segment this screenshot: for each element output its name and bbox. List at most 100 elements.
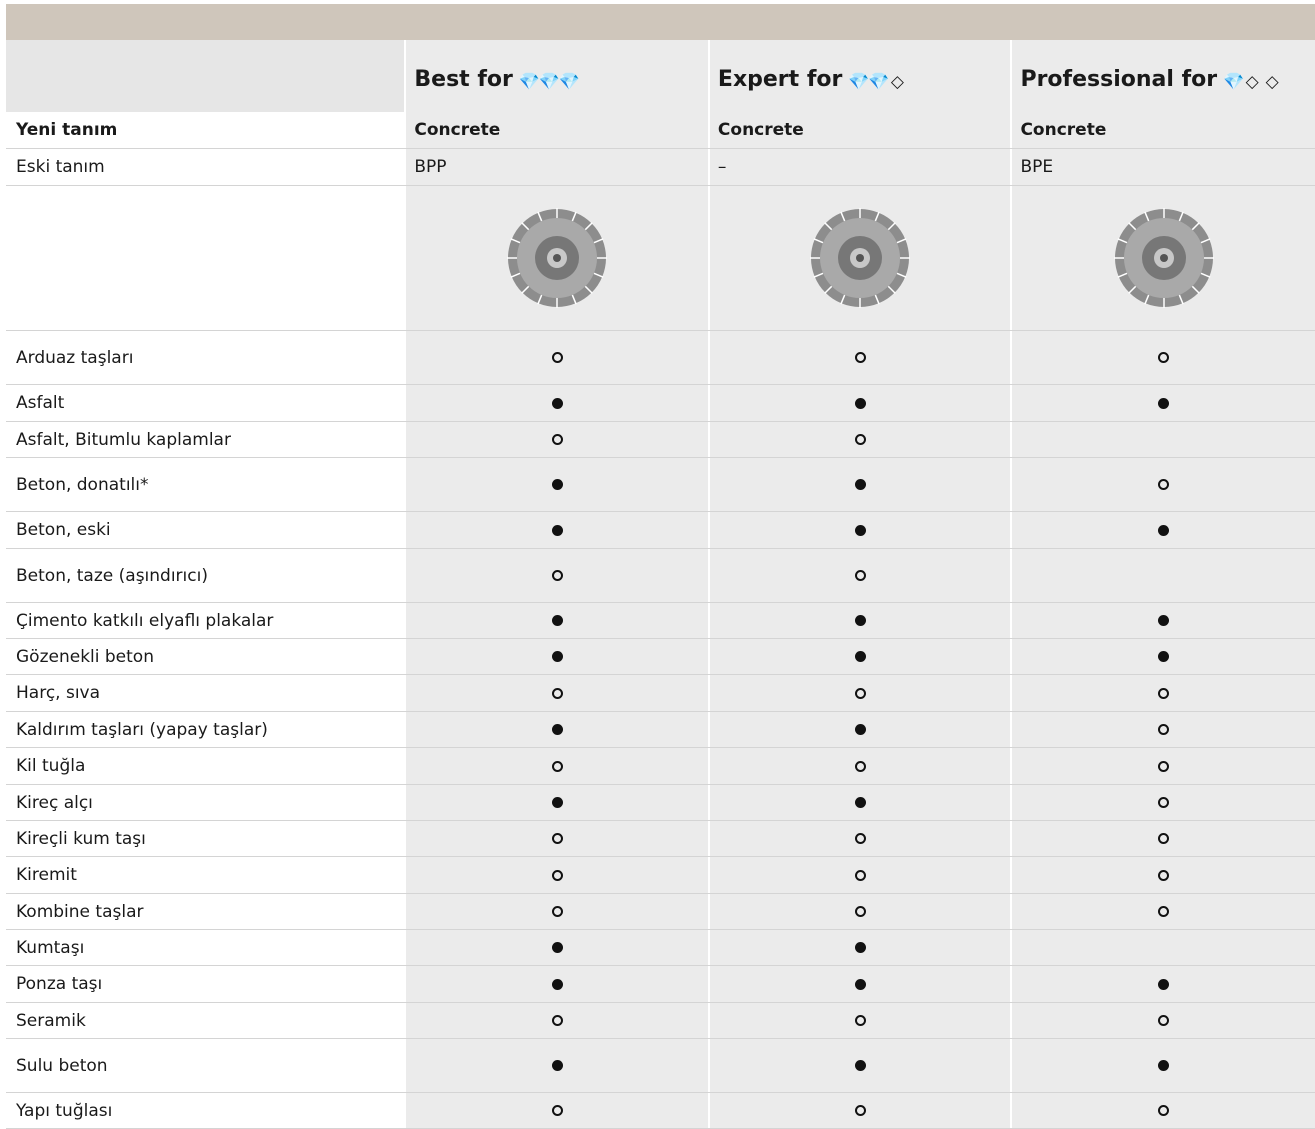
- material-label: Sulu beton: [16, 1055, 108, 1076]
- material-label: Kil tuğla: [16, 756, 86, 776]
- suitability-cell: [406, 1093, 708, 1128]
- material-label: Arduaz taşları: [16, 347, 134, 368]
- cell-value: Concrete: [406, 112, 708, 148]
- header-empty-cell: [6, 40, 405, 112]
- suitability-cell: [406, 894, 708, 929]
- suitability-cell: [1012, 603, 1315, 638]
- filled-circle-icon: [854, 615, 866, 626]
- product-image-cell: [406, 186, 708, 330]
- column-header-professional: Professional for 💎◇ ◇: [1012, 40, 1315, 112]
- filled-circle-icon: [1158, 1060, 1170, 1071]
- open-circle-icon: [551, 1105, 563, 1116]
- open-circle-icon: [551, 906, 563, 917]
- material-label: Harç, sıva: [16, 683, 101, 703]
- open-circle-icon: [854, 1105, 866, 1116]
- cell-value: BPP: [406, 149, 708, 185]
- diamond-blade-image: [1113, 208, 1214, 308]
- suitability-cell: [406, 458, 708, 511]
- filled-circle-icon: [854, 479, 866, 490]
- comparison-table: Best for 💎💎💎 Expert for 💎💎◇ Professional…: [6, 40, 1315, 1129]
- cell-value: Concrete: [1012, 112, 1315, 148]
- table-row: Sulu beton: [6, 1039, 1315, 1093]
- filled-circle-icon: [551, 615, 563, 626]
- material-label: Yapı tuğlası: [16, 1100, 113, 1121]
- filled-circle-icon: [1158, 978, 1170, 990]
- suitability-cell: [709, 1003, 1011, 1038]
- table-row: Arduaz taşları: [6, 331, 1315, 385]
- material-label: Kaldırım taşları (yapay taşlar): [16, 719, 268, 740]
- suitability-cell: [406, 1039, 708, 1092]
- suitability-cell: [1012, 675, 1315, 711]
- filled-circle-icon: [854, 978, 866, 990]
- row-label: Yeni tanım: [16, 120, 118, 140]
- table-row: Kil tuğla: [6, 748, 1315, 785]
- suitability-cell: [709, 458, 1011, 511]
- material-label: Beton, donatılı*: [16, 474, 149, 495]
- material-label: Gözenekli beton: [16, 646, 154, 667]
- open-circle-icon: [1158, 797, 1170, 808]
- open-circle-icon: [854, 833, 866, 844]
- diamond-filled-icon: 💎: [848, 72, 872, 92]
- suitability-cell: [709, 966, 1011, 1002]
- open-circle-icon: [854, 570, 866, 581]
- suitability-cell: [406, 966, 708, 1002]
- filled-circle-icon: [551, 797, 563, 808]
- column-header-label: Expert for: [717, 67, 843, 92]
- suitability-cell: [406, 712, 708, 747]
- filled-circle-icon: [1158, 524, 1170, 536]
- table-row: Kombine taşlar: [6, 894, 1315, 930]
- suitability-cell: [709, 385, 1011, 421]
- suitability-cell: [406, 675, 708, 711]
- open-circle-icon: [854, 1015, 866, 1026]
- suitability-cell: [1012, 857, 1315, 893]
- diamond-filled-icon: 💎: [518, 72, 543, 92]
- filled-circle-icon: [1158, 651, 1170, 662]
- diamond-rating-icons: 💎◇ ◇: [1223, 72, 1283, 92]
- table-row: Çimento katkılı elyaflı plakalar: [6, 603, 1315, 639]
- open-circle-icon: [1158, 833, 1170, 844]
- open-circle-icon: [1158, 479, 1170, 490]
- diamond-outline-icon: ◇: [1265, 72, 1281, 92]
- row-old-name: Eski tanım BPP – BPE: [6, 149, 1315, 186]
- suitability-cell: [1012, 512, 1315, 548]
- suitability-cell: [709, 857, 1011, 893]
- table-row: Asfalt, Bitumlu kaplamlar: [6, 422, 1315, 458]
- filled-circle-icon: [854, 797, 866, 808]
- table-row: Seramik: [6, 1003, 1315, 1039]
- table-row: Kireçli kum taşı: [6, 821, 1315, 857]
- open-circle-icon: [854, 760, 866, 772]
- column-header-best: Best for 💎💎💎: [406, 40, 708, 112]
- open-circle-icon: [854, 434, 866, 445]
- material-label: Asfalt: [16, 393, 65, 413]
- filled-circle-icon: [551, 651, 563, 662]
- suitability-cell: [1012, 549, 1315, 602]
- filled-circle-icon: [854, 724, 866, 735]
- suitability-cell: [406, 549, 708, 602]
- suitability-cell: [709, 675, 1011, 711]
- filled-circle-icon: [1158, 615, 1170, 626]
- open-circle-icon: [551, 352, 563, 363]
- table-row: Beton, eski: [6, 512, 1315, 549]
- suitability-cell: [1012, 1039, 1315, 1092]
- suitability-cell: [709, 894, 1011, 929]
- header-row: Best for 💎💎💎 Expert for 💎💎◇ Professional…: [6, 40, 1315, 112]
- filled-circle-icon: [854, 397, 866, 409]
- row-new-name: Yeni tanım Concrete Concrete Concrete: [6, 112, 1315, 149]
- filled-circle-icon: [551, 942, 563, 953]
- table-row: Kiremit: [6, 857, 1315, 894]
- diamond-blade-image: [507, 208, 608, 308]
- suitability-cell: [709, 639, 1011, 674]
- product-image-cell: [1012, 186, 1315, 330]
- row-label-empty: [6, 186, 404, 330]
- table-row: Gözenekli beton: [6, 639, 1315, 675]
- open-circle-icon: [1158, 906, 1170, 917]
- suitability-cell: [1012, 785, 1315, 820]
- suitability-cell: [709, 422, 1011, 457]
- suitability-cell: [406, 857, 708, 893]
- open-circle-icon: [854, 906, 866, 917]
- diamond-filled-icon: 💎: [538, 72, 563, 92]
- filled-circle-icon: [551, 1060, 563, 1071]
- table-row: Asfalt: [6, 385, 1315, 422]
- open-circle-icon: [1158, 352, 1170, 363]
- table-row: Kireç alçı: [6, 785, 1315, 821]
